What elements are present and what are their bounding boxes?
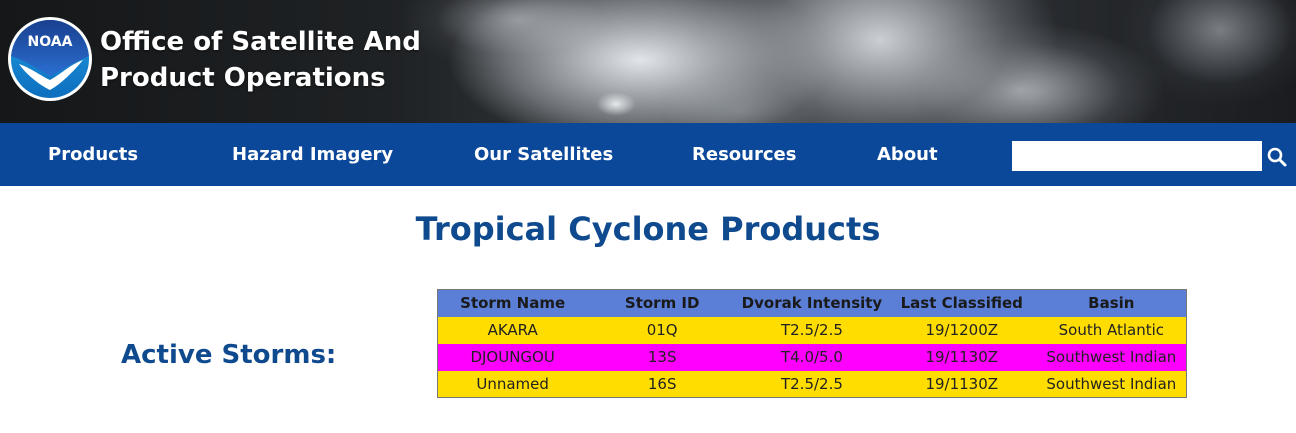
table-body: AKARA 01Q T2.5/2.5 19/1200Z South Atlantic DJ… [437, 316, 1187, 398]
table-cell: Southwest Indian [1046, 348, 1177, 366]
column-header: Storm ID [587, 289, 738, 317]
logo-text: NOAA [28, 34, 73, 50]
active-storms-table: Storm Name Storm ID Dvorak Intensity Last C… [437, 289, 1187, 398]
cyclone-eye [596, 92, 636, 116]
table-row[interactable]: AKARA 01Q T2.5/2.5 19/1200Z South Atlantic [437, 316, 1187, 344]
table-cell: 01Q [646, 321, 678, 339]
table-cell: T4.0/5.0 [780, 348, 843, 366]
active-storms-label: Active Storms: [121, 340, 337, 370]
search-button[interactable] [1264, 145, 1290, 169]
site-title-line2: Product Operations [100, 63, 386, 93]
site-title[interactable]: Office of Satellite And Product Operatio… [100, 24, 421, 96]
table-row[interactable]: DJOUNGOU 13S T4.0/5.0 19/1130Z Southwest Ind… [437, 343, 1187, 371]
nav-item-hazard-imagery[interactable]: Hazard Imagery [232, 123, 393, 186]
column-header: Dvorak Intensity [737, 289, 887, 317]
table-cell: 19/1130Z [925, 348, 999, 366]
table-cell: T2.5/2.5 [780, 374, 843, 393]
nav-item-products[interactable]: Products [48, 123, 138, 186]
table-cell: 16S [647, 374, 677, 393]
table-cell: 19/1130Z [925, 374, 999, 393]
table-cell: T2.5/2.5 [780, 321, 843, 339]
nav-item-resources[interactable]: Resources [692, 123, 796, 186]
table-cell: Southwest Indian [1046, 374, 1177, 393]
search-input[interactable] [1012, 141, 1262, 171]
nav-item-our-satellites[interactable]: Our Satellites [474, 123, 613, 186]
table-cell[interactable]: Unnamed [438, 371, 588, 398]
noaa-logo-icon: NOAA [11, 20, 89, 98]
table-row[interactable]: Unnamed 16S T2.5/2.5 19/1130Z Southwest Indi… [437, 370, 1187, 398]
table-cell[interactable]: DJOUNGOU [438, 344, 588, 371]
noaa-logo[interactable]: NOAA [8, 17, 92, 101]
column-header: Last Classified [886, 289, 1037, 317]
nav-item-about[interactable]: About [877, 123, 938, 186]
table-cell: 13S [647, 348, 677, 366]
search-icon [1267, 147, 1287, 167]
table-cell: South Atlantic [1058, 321, 1165, 339]
table-header-row: Storm Name Storm ID Dvorak Intensity Last C… [437, 289, 1187, 317]
column-header: Basin [1036, 289, 1187, 317]
table-cell[interactable]: AKARA [438, 317, 588, 344]
column-header: Storm Name [437, 289, 588, 317]
site-title-line1: Office of Satellite And [100, 27, 421, 57]
page-title: Tropical Cyclone Products [415, 210, 881, 248]
table-cell: 19/1200Z [925, 321, 999, 339]
